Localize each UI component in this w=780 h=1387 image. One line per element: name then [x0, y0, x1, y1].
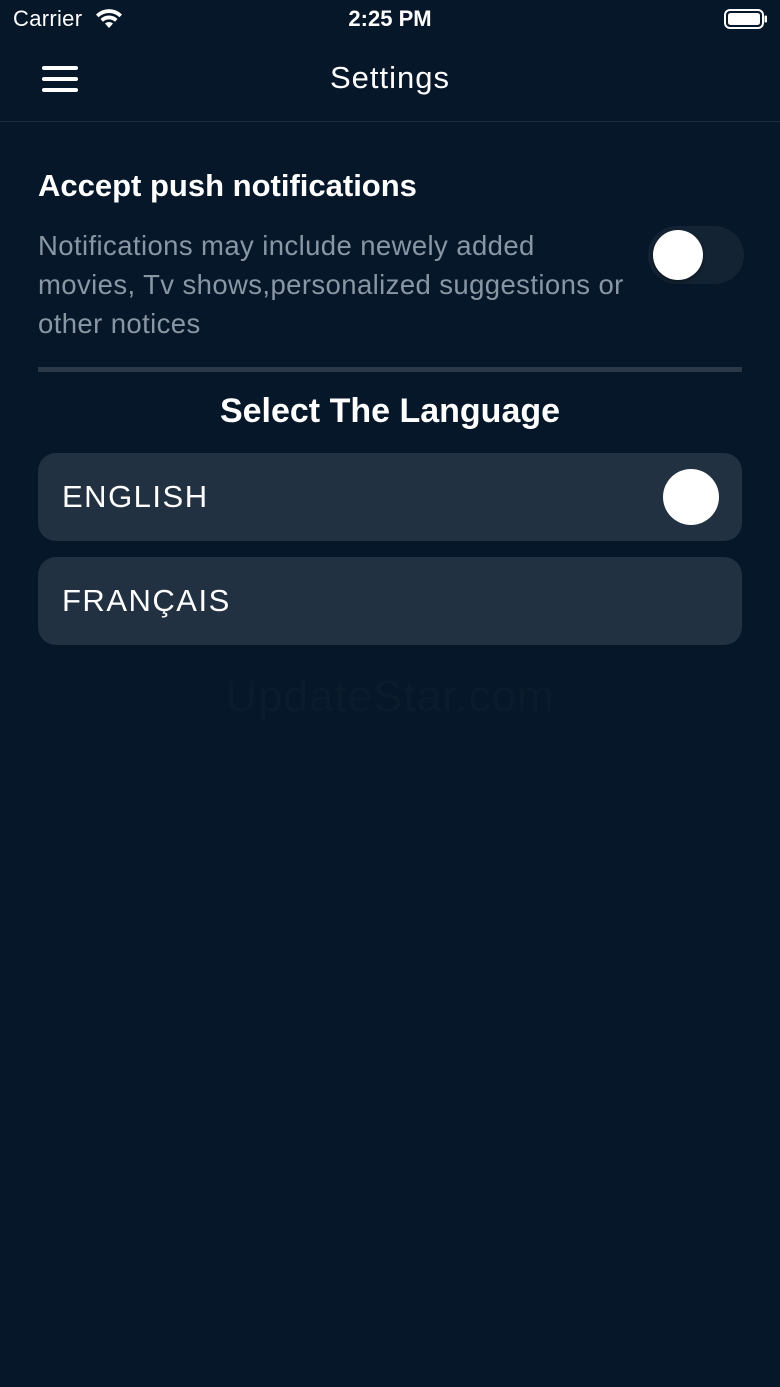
section-divider: [38, 367, 742, 372]
status-bar: Carrier 2:25 PM: [0, 0, 780, 40]
settings-screen: Carrier 2:25 PM Settings Accept push not…: [0, 0, 780, 1387]
language-option-label: ENGLISH: [62, 479, 209, 514]
language-section-title: Select The Language: [219, 392, 561, 430]
language-option-english[interactable]: ENGLISH: [38, 453, 742, 541]
navigation-bar: Settings: [0, 40, 780, 122]
selected-indicator: [663, 469, 719, 525]
page-title: Settings: [329, 60, 450, 95]
language-option-francais[interactable]: FRANÇAIS: [38, 557, 742, 645]
clock: 2:25 PM: [348, 6, 432, 31]
language-option-label: FRANÇAIS: [62, 583, 231, 618]
push-notifications-title: Accept push notifications: [38, 168, 417, 203]
push-notifications-description: Notifications may include newely added m…: [38, 230, 624, 339]
battery-icon: [724, 9, 767, 29]
toggle-knob: [653, 230, 703, 280]
watermark: UpdateStar.com: [225, 672, 555, 721]
push-notifications-toggle[interactable]: [648, 226, 744, 284]
